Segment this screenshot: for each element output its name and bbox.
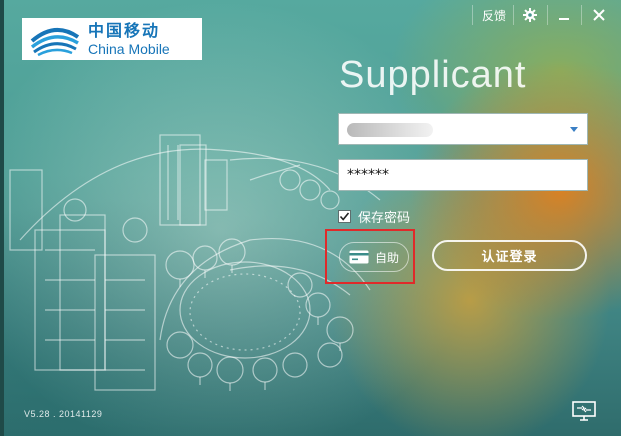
network-monitor-icon [572,401,596,421]
remember-password[interactable]: 保存密码 [338,207,410,226]
checkmark-icon [339,212,350,221]
minimize-button[interactable] [552,4,576,26]
feedback-button[interactable]: 反馈 [478,4,510,26]
china-mobile-logo-icon [30,28,80,57]
self-service-label: 自助 [374,250,399,265]
gear-icon [523,8,537,22]
account-value-redacted [347,123,433,137]
app-title: Supplicant [339,54,527,96]
titlebar-separator [513,5,514,25]
login-button[interactable]: 认证登录 [432,240,587,271]
password-field[interactable] [338,159,588,191]
titlebar-separator [547,5,548,25]
titlebar-separator [581,5,582,25]
close-icon [593,9,605,21]
remember-password-label: 保存密码 [358,211,411,226]
account-select[interactable] [338,113,588,145]
network-status-button[interactable] [572,401,596,421]
card-icon [349,250,369,264]
china-mobile-logo: 中国移动 China Mobile [22,18,202,60]
remember-password-checkbox[interactable] [338,210,351,223]
minimize-icon [559,18,569,20]
supplicant-window: 中国移动 China Mobile 反馈 Supplicant ****** 保… [0,0,621,436]
settings-button[interactable] [518,4,542,26]
logo-name-cn: 中国移动 [88,20,161,40]
self-service-button[interactable]: 自助 [339,242,409,272]
titlebar-separator [472,5,473,25]
close-button[interactable] [587,4,611,26]
logo-name-en: China Mobile [88,40,170,57]
version-label: V5.28 . 20141129 [24,409,103,419]
chevron-down-icon[interactable] [570,127,578,132]
